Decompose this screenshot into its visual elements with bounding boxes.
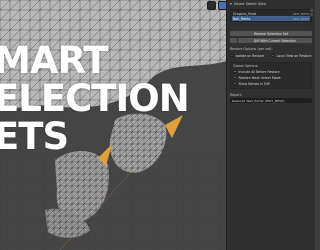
panel-title: Smart Select Sets — [233, 2, 266, 6]
remove-set-button[interactable] — [310, 13, 313, 16]
restore-selection-set-button[interactable]: Restore Selection Set — [230, 31, 312, 36]
report-field: Restored 'Nail_Points' (EDIT_MESH) — [230, 98, 312, 103]
smart-select-sets-panel: ▾ Smart Select Sets Dragons_Head EDIT_ME… — [226, 0, 315, 250]
list-item[interactable]: Nail_Points EDIT_MESH — [232, 16, 310, 21]
global-options-label: Global Options: — [233, 64, 259, 68]
restore-options-label: Restore Options (per set): — [230, 47, 273, 51]
chevron-down-icon: ▾ — [230, 2, 232, 6]
restore-mesh-mode-checkbox[interactable]: Restore Mesh Select Mode — [233, 75, 309, 80]
promo-title: MART ELECTION ETS — [0, 39, 190, 158]
gizmo-toggle-button[interactable] — [207, 1, 216, 10]
report-label: Report: — [230, 93, 243, 97]
global-options-group: Global Options: Include All Before Resto… — [230, 62, 312, 89]
list-side-controls — [310, 9, 314, 17]
add-set-button[interactable] — [310, 9, 313, 12]
show-names-in-diff-checkbox[interactable]: Show Names In Diff — [233, 81, 309, 86]
selection-set-list: Dragons_Head EDIT_MESH Nail_Points EDIT_… — [230, 9, 312, 22]
isolate-on-restore-checkbox[interactable]: Isolate on Restore — [230, 54, 271, 58]
diff-icon-button[interactable] — [230, 38, 237, 43]
panel-header[interactable]: ▾ Smart Select Sets — [227, 0, 315, 8]
local-view-on-restore-checkbox[interactable]: Local View on Restore — [271, 54, 312, 58]
diff-with-current-button[interactable]: Diff With Current Selection — [238, 38, 312, 43]
include-all-checkbox[interactable]: Include All Before Restore — [233, 69, 309, 74]
